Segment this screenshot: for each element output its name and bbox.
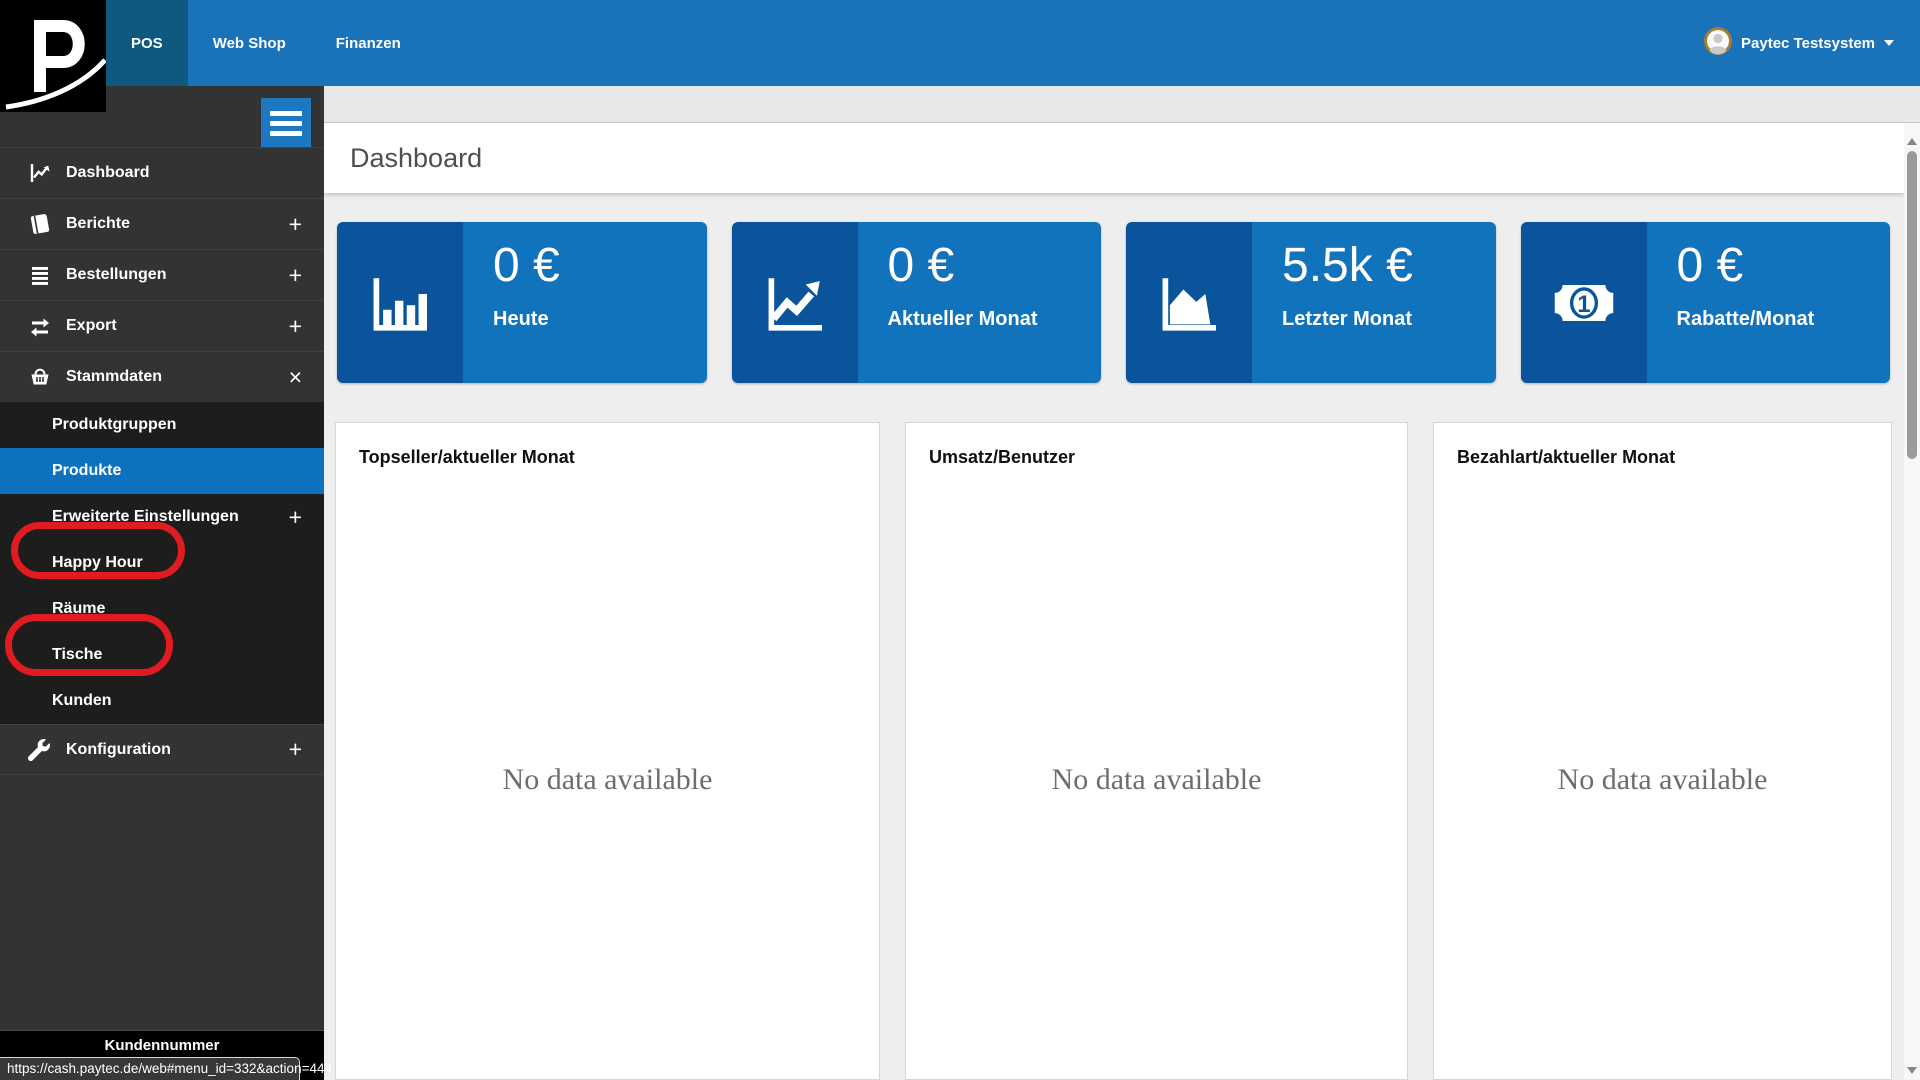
nav-tabs: POS Web Shop Finanzen (106, 0, 426, 86)
dashboard-panels: Topseller/aktueller Monat No data availa… (335, 422, 1892, 1080)
basket-icon (28, 365, 54, 389)
app-window: POS Web Shop Finanzen Paytec Testsystem (0, 0, 1920, 1080)
plus-icon[interactable]: + (289, 736, 302, 763)
panel-bezahlart: Bezahlart/aktueller Monat No data availa… (1433, 422, 1892, 1080)
stat-value: 0 € (1676, 239, 1744, 292)
plus-icon[interactable]: + (289, 211, 302, 238)
stat-card-heute[interactable]: 0 € Heute (337, 222, 707, 383)
status-url-tooltip: https://cash.paytec.de/web#menu_id=332&a… (0, 1057, 332, 1080)
svg-text:1: 1 (1577, 292, 1590, 318)
no-data-message: No data available (1051, 763, 1262, 796)
panel-topseller: Topseller/aktueller Monat No data availa… (335, 422, 880, 1080)
area-chart-icon (1126, 222, 1252, 383)
stat-card-body: 5.5k € Letzter Monat (1252, 222, 1496, 383)
tab-pos-label: POS (131, 34, 163, 52)
plus-icon[interactable]: + (289, 504, 302, 531)
avatar-icon (1704, 27, 1733, 59)
user-menu[interactable]: Paytec Testsystem (1704, 0, 1894, 86)
sidebar-item-label: Export (66, 317, 117, 334)
sidebar-item-tische[interactable]: Tische (0, 632, 324, 678)
stat-label: Heute (493, 307, 549, 330)
tab-web-shop-label: Web Shop (212, 34, 286, 52)
sidebar-item-label: Happy Hour (52, 554, 143, 571)
panel-title: Bezahlart/aktueller Monat (1457, 447, 1676, 467)
sidebar-item-label: Stammdaten (66, 368, 163, 385)
stat-label: Aktueller Monat (887, 307, 1038, 330)
customer-number-label: Kundennummer (104, 1037, 220, 1054)
sidebar-item-label: Produkte (52, 462, 122, 479)
list-icon (28, 263, 54, 287)
close-icon[interactable]: × (289, 364, 302, 391)
vertical-scrollbar[interactable] (1904, 123, 1920, 1080)
stat-label: Rabatte/Monat (1676, 307, 1815, 330)
stat-value: 0 € (493, 239, 560, 292)
sidebar-item-export[interactable]: Export + (0, 300, 324, 351)
panel-umsatz-benutzer: Umsatz/Benutzer No data available (905, 422, 1408, 1080)
stat-value: 0 € (887, 239, 955, 292)
stat-label: Letzter Monat (1282, 307, 1412, 330)
bar-chart-icon (337, 222, 463, 383)
banknote-icon: 1 (1520, 222, 1647, 383)
sidebar-item-label: Tische (52, 646, 103, 663)
trend-line-icon (731, 222, 858, 383)
content-top-strip (324, 86, 1920, 123)
book-icon (28, 212, 54, 236)
tab-finanzen-label: Finanzen (335, 34, 401, 52)
sidebar-item-label: Dashboard (66, 164, 150, 181)
status-url: https://cash.paytec.de/web#menu_id=332&a… (7, 1061, 332, 1076)
no-data-message: No data available (1557, 763, 1768, 796)
scroll-up-icon[interactable] (1907, 138, 1917, 145)
scrollbar-thumb[interactable] (1907, 151, 1917, 459)
scroll-down-icon[interactable] (1907, 1067, 1917, 1074)
page-title: Dashboard (350, 142, 483, 173)
stat-card-letzter-monat[interactable]: 5.5k € Letzter Monat (1126, 222, 1496, 383)
menu-icon[interactable] (261, 98, 311, 148)
tab-web-shop[interactable]: Web Shop (188, 0, 311, 86)
sidebar-item-raeume[interactable]: Räume (0, 586, 324, 632)
tab-pos[interactable]: POS (106, 0, 188, 86)
stat-card-body: 0 € Heute (463, 222, 707, 383)
sidebar-item-label: Kunden (52, 692, 112, 709)
no-data-message: No data available (502, 763, 713, 796)
plus-icon[interactable]: + (289, 313, 302, 340)
sidebar-item-konfiguration[interactable]: Konfiguration + (0, 724, 324, 775)
sidebar-item-label: Produktgruppen (52, 416, 177, 433)
sidebar-item-stammdaten[interactable]: Stammdaten × (0, 351, 324, 402)
stat-value: 5.5k € (1282, 239, 1413, 292)
sidebar-item-label: Erweiterte Einstellungen (52, 508, 239, 525)
chart-line-icon (28, 161, 54, 185)
transfer-arrows-icon (28, 314, 54, 338)
panel-title: Umsatz/Benutzer (929, 447, 1076, 467)
stat-card-aktueller-monat[interactable]: 0 € Aktueller Monat (731, 222, 1101, 383)
top-navbar: POS Web Shop Finanzen Paytec Testsystem (0, 0, 1920, 86)
wrench-icon (28, 738, 54, 761)
plus-icon[interactable]: + (289, 262, 302, 289)
paytec-logo[interactable] (0, 0, 107, 112)
sidebar-item-label: Räume (52, 600, 106, 617)
stat-card-body: 0 € Rabatte/Monat (1646, 222, 1890, 383)
sidebar-item-dashboard[interactable]: Dashboard (0, 147, 324, 198)
stammdaten-submenu: Produktgruppen Produkte Erweiterte Einst… (0, 402, 324, 724)
chevron-down-icon (1884, 40, 1894, 46)
stat-card-rabatte-monat[interactable]: 1 0 € Rabatte/Monat (1520, 222, 1890, 383)
sidebar: Dashboard Berichte + Bestellungen + Expo… (0, 86, 324, 1080)
sidebar-item-produktgruppen[interactable]: Produktgruppen (0, 402, 324, 448)
sidebar-item-erweiterte-einstellungen[interactable]: Erweiterte Einstellungen + (0, 494, 324, 540)
page-title-bar: Dashboard (324, 123, 1904, 193)
sidebar-item-bestellungen[interactable]: Bestellungen + (0, 249, 324, 300)
tab-finanzen[interactable]: Finanzen (311, 0, 426, 86)
sidebar-item-label: Bestellungen (66, 266, 167, 283)
stat-card-body: 0 € Aktueller Monat (857, 222, 1101, 383)
sidebar-item-label: Berichte (66, 215, 131, 232)
sidebar-item-happy-hour[interactable]: Happy Hour (0, 540, 324, 586)
panel-title: Topseller/aktueller Monat (359, 447, 575, 467)
user-name: Paytec Testsystem (1741, 34, 1875, 52)
sidebar-item-kunden[interactable]: Kunden (0, 678, 324, 724)
sidebar-item-berichte[interactable]: Berichte + (0, 198, 324, 249)
stat-cards-row: 0 € Heute 0 € Aktueller Monat 5.5k € Let… (337, 222, 1890, 383)
sidebar-item-produkte[interactable]: Produkte (0, 448, 324, 494)
sidebar-item-label: Konfiguration (66, 740, 171, 758)
